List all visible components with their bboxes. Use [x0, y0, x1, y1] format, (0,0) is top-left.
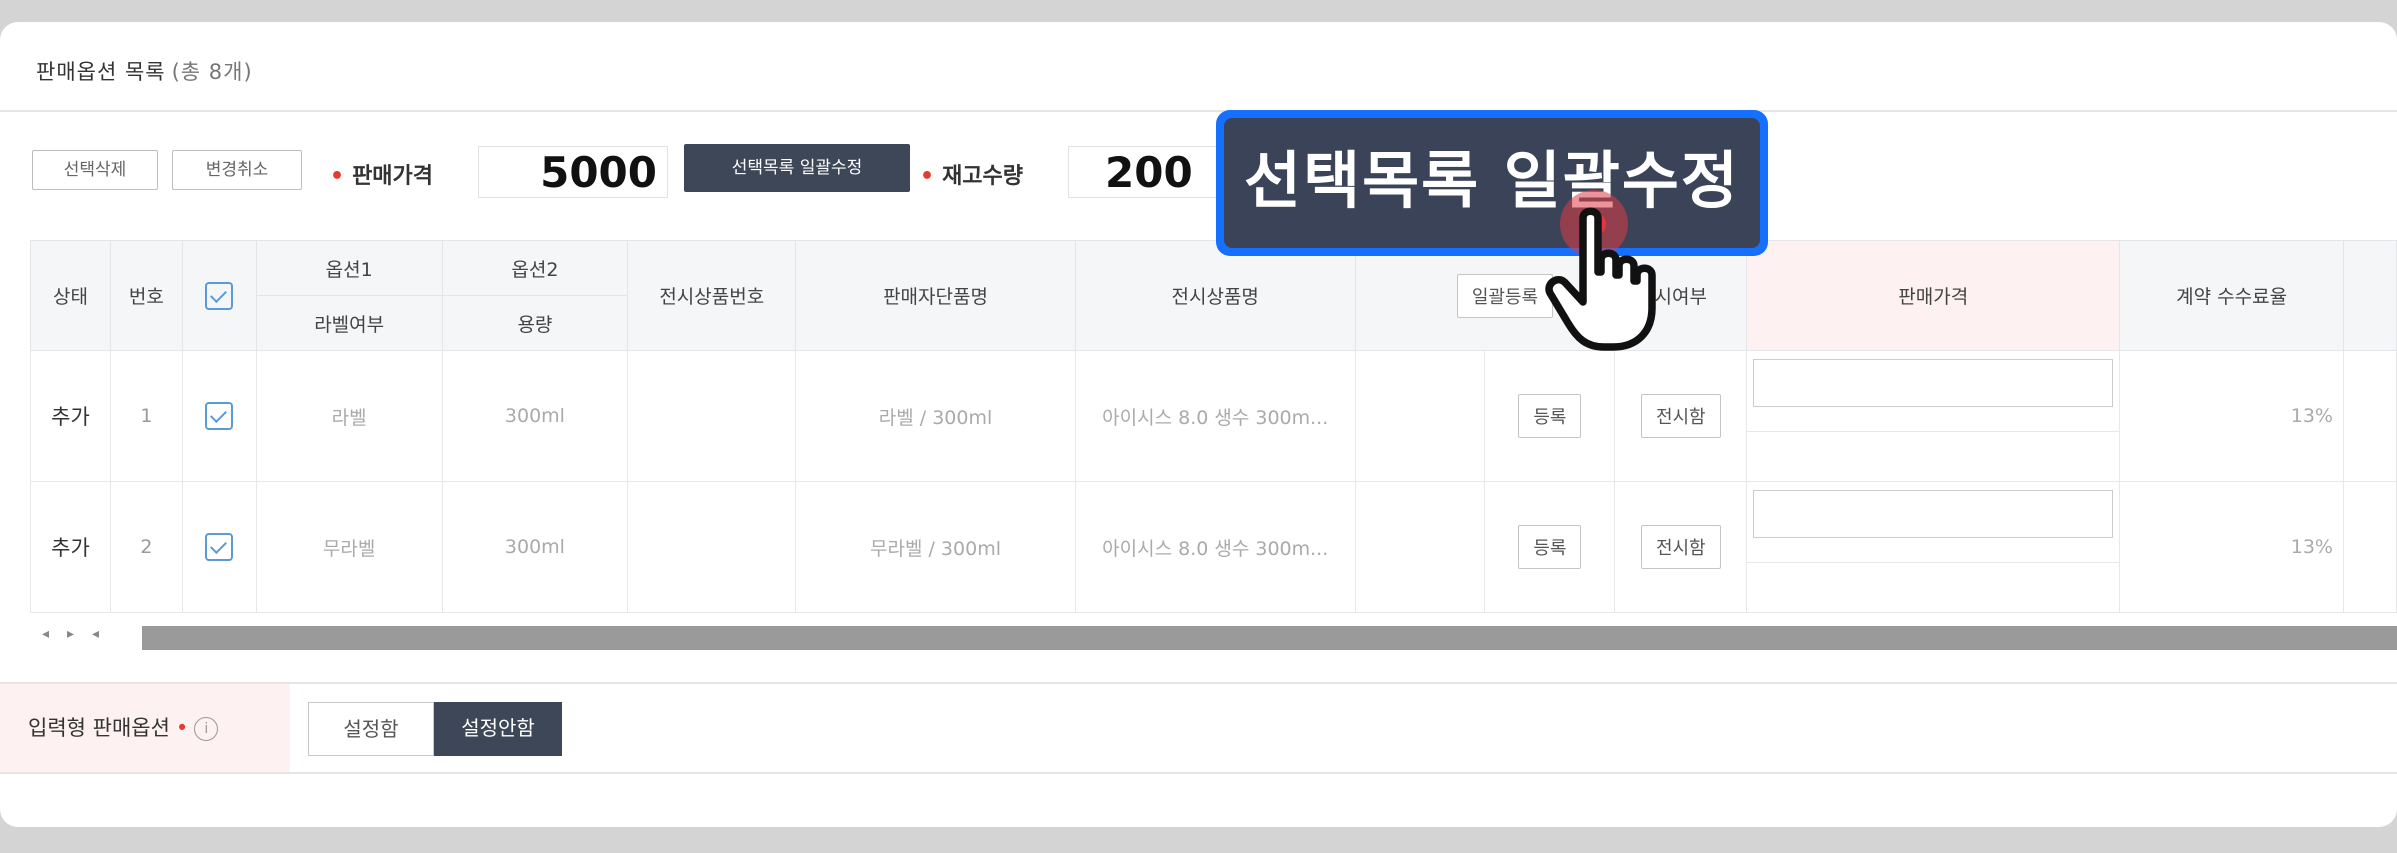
row-status: 추가 [30, 481, 111, 613]
sale-price-input[interactable] [1753, 489, 2114, 538]
sale-options-panel: 판매옵션 목록 (총 8개) 선택삭제 변경취소 • 판매가격 5000 선택목록 … [0, 22, 2397, 827]
header-option2-sub: 용량 [441, 295, 629, 351]
horizontal-scrollbar[interactable]: ◂▸◂ [30, 622, 2397, 652]
row-commission: 13% [2119, 481, 2344, 613]
stock-label-text: 재고수량 [942, 164, 1024, 189]
scroll-arrows-icon[interactable]: ◂▸◂ [42, 626, 117, 642]
register-button[interactable]: 등록 [1518, 394, 1582, 438]
row-display-cell: 전시함 [1614, 350, 1748, 482]
section-title-text: 판매옵션 목록 [36, 60, 166, 84]
row-commission: 13% [2119, 350, 2344, 482]
cancel-changes-button[interactable]: 변경취소 [172, 150, 302, 190]
table-row: 추가 1 라벨 300ml 라벨 / 300ml 아이시스 8.0 생수 300… [30, 350, 2397, 482]
header-commission-rate: 계약 수수료율 [2119, 240, 2344, 351]
delete-selected-button[interactable]: 선택삭제 [32, 150, 158, 190]
row-display-product-no [627, 481, 797, 613]
row-register-cell: 등록 [1484, 481, 1616, 613]
row-number: 1 [109, 350, 183, 482]
input-option-row: 입력형 판매옵션 • i 설정함 설정안함 [0, 682, 2397, 774]
header-seller-item-name: 판매자단품명 [795, 240, 1076, 351]
input-option-label: 입력형 판매옵션 • i [0, 684, 290, 772]
row-option1: 무라벨 [255, 481, 443, 613]
row-display-name: 아이시스 8.0 생수 300m... [1074, 481, 1356, 613]
row-sale-price-cell [1746, 350, 2121, 482]
header-display-product-no: 전시상품번호 [627, 240, 797, 351]
row-checkbox[interactable] [181, 481, 257, 613]
info-circle-icon[interactable]: i [194, 717, 219, 741]
row-empty-cell [1354, 350, 1486, 482]
row-display-name: 아이시스 8.0 생수 300m... [1074, 350, 1356, 482]
sale-price-input[interactable] [1753, 358, 2114, 407]
row-display-product-no [627, 350, 797, 482]
header-display-product-name: 전시상품명 [1074, 240, 1356, 351]
price-label: • 판매가격 [330, 164, 434, 189]
row-seller-item: 라벨 / 300ml [795, 350, 1076, 482]
select-all-checkbox-icon[interactable] [205, 281, 234, 310]
row-number: 2 [109, 481, 183, 613]
row-option1: 라벨 [255, 350, 443, 482]
row-checkbox-icon[interactable] [205, 533, 234, 561]
row-register-cell: 등록 [1484, 350, 1616, 482]
price-label-text: 판매가격 [352, 164, 434, 189]
input-option-label-text: 입력형 판매옵션 [28, 716, 170, 740]
header-option1-sub: 라벨여부 [255, 295, 443, 351]
display-button[interactable]: 전시함 [1640, 525, 1721, 569]
register-button[interactable]: 등록 [1518, 525, 1582, 569]
option-count: (총 8개) [171, 60, 253, 84]
display-button[interactable]: 전시함 [1640, 394, 1721, 438]
header-truncated [2342, 240, 2397, 351]
row-display-cell: 전시함 [1614, 481, 1748, 613]
section-header: 판매옵션 목록 (총 8개) [0, 22, 2397, 112]
header-checkbox[interactable] [181, 240, 257, 351]
set-off-toggle[interactable]: 설정안함 [434, 702, 562, 756]
header-option2: 옵션2 [441, 240, 629, 296]
header-sale-price: 판매가격 [1746, 240, 2121, 351]
row-empty-cell [1354, 481, 1486, 613]
row-option2: 300ml [441, 481, 629, 613]
row-option2: 300ml [441, 350, 629, 482]
pointer-hand-icon [1545, 207, 1656, 351]
table-row: 추가 2 무라벨 300ml 무라벨 / 300ml 아이시스 8.0 생수 3… [30, 481, 2397, 613]
row-checkbox-icon[interactable] [205, 402, 234, 430]
header-status: 상태 [30, 240, 111, 351]
row-seller-item: 무라벨 / 300ml [795, 481, 1076, 613]
row-checkbox[interactable] [181, 350, 257, 482]
bulk-toolbar: 선택삭제 변경취소 • 판매가격 5000 선택목록 일괄수정 • 재고수량 200 [0, 144, 2397, 198]
bulk-edit-button[interactable]: 선택목록 일괄수정 [684, 144, 910, 192]
options-table: 상태 번호 옵션1 옵션2 전시상품번호 판매자단품명 전시상품명 일괄등록 시… [30, 240, 2397, 613]
row-truncated [2342, 481, 2397, 613]
row-sale-price-cell [1746, 481, 2121, 613]
price-input[interactable]: 5000 [478, 146, 668, 198]
set-on-toggle[interactable]: 설정함 [308, 702, 434, 756]
stock-label: • 재고수량 [920, 164, 1024, 189]
header-number: 번호 [109, 240, 183, 351]
stock-input[interactable]: 200 [1068, 146, 1218, 198]
header-option1: 옵션1 [255, 240, 443, 296]
section-title: 판매옵션 목록 (총 8개) [36, 56, 253, 86]
scroll-thumb[interactable] [142, 626, 2397, 650]
row-status: 추가 [30, 350, 111, 482]
row-truncated [2342, 350, 2397, 482]
